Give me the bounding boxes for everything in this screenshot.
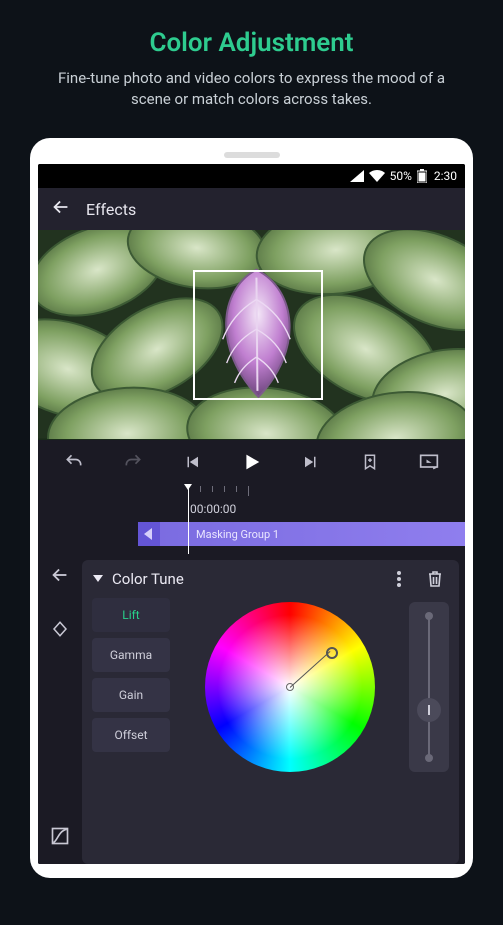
wheel-center <box>286 683 294 691</box>
param-gain[interactable]: Gain <box>92 678 170 712</box>
slider-track <box>428 616 430 758</box>
skip-start-button[interactable] <box>176 453 208 471</box>
panel-back-button[interactable] <box>49 564 71 590</box>
transport-bar <box>38 440 465 484</box>
back-icon[interactable] <box>50 196 72 222</box>
screen: 50% 2:30 Effects <box>38 164 465 864</box>
curves-icon[interactable] <box>50 826 70 850</box>
promo-title: Color Adjustment <box>0 28 503 58</box>
param-lift[interactable]: Lift <box>92 598 170 632</box>
status-bar: 50% 2:30 <box>38 164 465 188</box>
timecode: 00:00:00 <box>190 502 236 516</box>
wheel-knob[interactable] <box>326 647 338 659</box>
device-speaker <box>224 152 280 158</box>
clip-label: Masking Group 1 <box>196 528 279 541</box>
effect-title: Color Tune <box>112 570 184 588</box>
color-wheel[interactable] <box>205 602 375 772</box>
skip-end-button[interactable] <box>295 453 327 471</box>
effects-panel: Color Tune Lift Gamma Gain Offset <box>38 554 465 864</box>
tool-rail <box>38 554 82 864</box>
luminance-slider[interactable] <box>409 602 449 772</box>
cell-signal-icon <box>350 170 364 182</box>
clock: 2:30 <box>434 169 457 183</box>
slider-handle[interactable] <box>417 698 441 722</box>
more-icon[interactable] <box>385 571 413 587</box>
slider-end-bottom <box>425 754 433 762</box>
wifi-icon <box>369 170 385 182</box>
video-preview[interactable] <box>38 230 465 440</box>
param-list: Lift Gamma Gain Offset <box>92 598 170 864</box>
keyframe-icon[interactable] <box>51 620 69 642</box>
clip-handle-left[interactable] <box>138 522 160 546</box>
redo-button[interactable] <box>117 452 149 472</box>
param-gamma[interactable]: Gamma <box>92 638 170 672</box>
play-button[interactable] <box>235 451 267 473</box>
device-frame: 50% 2:30 Effects <box>30 138 473 878</box>
add-marker-button[interactable] <box>354 453 386 471</box>
color-tune-card: Color Tune Lift Gamma Gain Offset <box>82 560 459 864</box>
app-header: Effects <box>38 188 465 230</box>
wheel-indicator-line <box>289 651 330 688</box>
battery-icon <box>417 169 427 183</box>
param-offset[interactable]: Offset <box>92 718 170 752</box>
playhead[interactable] <box>188 484 189 554</box>
fullscreen-button[interactable] <box>413 453 445 471</box>
timeline[interactable]: 00:00:00 Masking Group 1 <box>38 484 465 554</box>
page-title: Effects <box>86 200 136 219</box>
undo-button[interactable] <box>58 452 90 472</box>
selection-box[interactable] <box>193 270 323 400</box>
delete-icon[interactable] <box>421 570 449 588</box>
collapse-icon[interactable] <box>92 570 104 588</box>
promo-subtitle: Fine-tune photo and video colors to expr… <box>40 68 463 110</box>
ruler <box>188 486 465 500</box>
battery-percent: 50% <box>390 169 412 183</box>
